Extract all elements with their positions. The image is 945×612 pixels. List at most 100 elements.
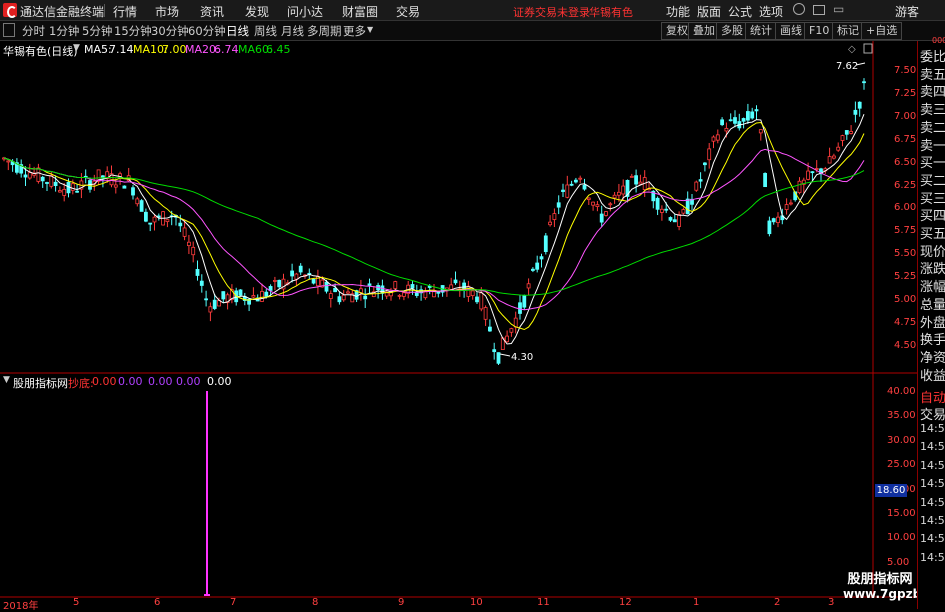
price-tick: 5.50: [894, 248, 917, 260]
candle-body: [715, 134, 720, 141]
menu-ask-xiaoda[interactable]: 问小达: [287, 3, 323, 20]
candle-body: [45, 182, 49, 184]
candle-body: [475, 296, 479, 303]
x-label-2018: 2018年: [3, 601, 39, 612]
indicator-tick: 5.00: [887, 556, 910, 568]
statistics-button[interactable]: 统计: [745, 22, 777, 40]
candle-body: [853, 109, 858, 115]
candle-body: [221, 291, 226, 300]
candle-body: [148, 222, 153, 225]
period-more[interactable]: 更多: [343, 23, 366, 39]
side-field-label: 买三: [920, 191, 945, 207]
candle-body: [152, 216, 157, 223]
candlesticks: [2, 78, 866, 365]
price-tick: 6.50: [894, 156, 917, 168]
expand-icon[interactable]: [863, 43, 873, 54]
price-tick: 5.25: [894, 271, 917, 283]
period-weekly[interactable]: 周线: [254, 23, 277, 39]
candle-body: [449, 284, 454, 290]
candle-body: [810, 171, 815, 174]
x-label-aug: 8: [312, 597, 319, 608]
add-favorite-button[interactable]: +自选: [861, 22, 903, 40]
menu-news[interactable]: 资讯: [200, 3, 224, 20]
period-5min[interactable]: 5分钟: [82, 23, 112, 39]
period-daily[interactable]: 日线: [226, 23, 249, 39]
period-30min[interactable]: 30分钟: [151, 23, 189, 39]
candle-body: [251, 295, 256, 298]
candle-body: [290, 270, 295, 277]
candle-body: [836, 146, 841, 151]
trade-label[interactable]: 交易: [920, 404, 945, 423]
diamond-icon[interactable]: ◇: [848, 44, 856, 55]
x-label-may: 5: [73, 597, 80, 608]
period-15min[interactable]: 15分钟: [114, 23, 152, 39]
candle-body: [771, 218, 776, 223]
kline-chart[interactable]: 7.62 4.30 ◇: [0, 41, 917, 609]
toggle-panel-icon[interactable]: [3, 23, 15, 37]
side-field-label: 总量: [920, 297, 945, 313]
guest-user[interactable]: 游客: [895, 3, 919, 20]
period-intraday[interactable]: 分时: [22, 23, 45, 39]
candle-body: [238, 289, 243, 296]
candle-body: [681, 209, 686, 214]
candle-body: [131, 187, 135, 196]
candle-body: [191, 246, 196, 256]
candle-body: [277, 279, 282, 288]
menu-discover[interactable]: 发现: [245, 3, 269, 20]
menu-options[interactable]: 选项: [759, 3, 783, 20]
trade-time: 14:56: [920, 514, 945, 527]
candle-body: [612, 194, 617, 199]
side-field-label: 卖四: [920, 85, 945, 101]
candle-body: [522, 295, 527, 308]
candle-body: [685, 198, 690, 215]
candle-body: [496, 352, 501, 364]
window-controls-icon[interactable]: ▭: [833, 2, 844, 16]
candle-body: [337, 296, 342, 303]
candle-body: [208, 306, 213, 313]
candle-body: [62, 188, 67, 196]
ma10-line: [3, 121, 865, 331]
chevron-down-icon[interactable]: ▼: [367, 25, 373, 34]
candle-body: [668, 217, 673, 221]
side-field-label: 买四: [920, 209, 945, 225]
candle-body: [298, 265, 303, 273]
user-icon[interactable]: [793, 3, 805, 15]
period-multi[interactable]: 多周期: [307, 23, 342, 39]
period-1min[interactable]: 1分钟: [49, 23, 79, 39]
candle-body: [677, 214, 681, 227]
side-top-mark: 000: [932, 36, 945, 45]
candle-body: [492, 349, 497, 353]
multi-stock-button[interactable]: 多股: [716, 22, 748, 40]
candle-body: [75, 190, 79, 193]
candle-body: [143, 211, 148, 222]
draw-line-button[interactable]: 画线: [775, 22, 807, 40]
candle-body: [58, 190, 62, 193]
menu-market[interactable]: 市场: [155, 3, 179, 20]
indicator-tick: 15.00: [887, 508, 916, 519]
menu-quotes[interactable]: 行情: [113, 3, 137, 20]
candle-body: [857, 101, 862, 109]
trade-time: 14:56: [920, 458, 945, 472]
candle-body: [728, 119, 733, 122]
candle-body: [586, 197, 591, 200]
period-60min[interactable]: 60分钟: [188, 23, 226, 39]
candle-body: [397, 294, 402, 297]
candle-body: [638, 181, 643, 185]
menu-formula[interactable]: 公式: [728, 3, 752, 20]
mark-button[interactable]: 标记: [832, 22, 864, 40]
candle-body: [165, 219, 170, 222]
period-monthly[interactable]: 月线: [281, 23, 304, 39]
menu-function[interactable]: 功能: [666, 3, 690, 20]
f10-button[interactable]: F10: [804, 22, 835, 40]
broker-login-status[interactable]: 证券交易未登录: [513, 4, 590, 20]
candle-body: [832, 155, 836, 159]
price-tick: 5.00: [894, 294, 917, 305]
menu-trade[interactable]: 交易: [396, 3, 420, 20]
mail-icon[interactable]: [813, 5, 825, 15]
low-price-marker: 4.30: [511, 352, 533, 363]
menu-wealth-circle[interactable]: 财富圈: [342, 3, 378, 20]
side-field-label: 涨幅: [920, 280, 945, 296]
candle-body: [578, 177, 583, 180]
candle-body: [363, 295, 368, 300]
menu-layout[interactable]: 版面: [697, 3, 721, 20]
